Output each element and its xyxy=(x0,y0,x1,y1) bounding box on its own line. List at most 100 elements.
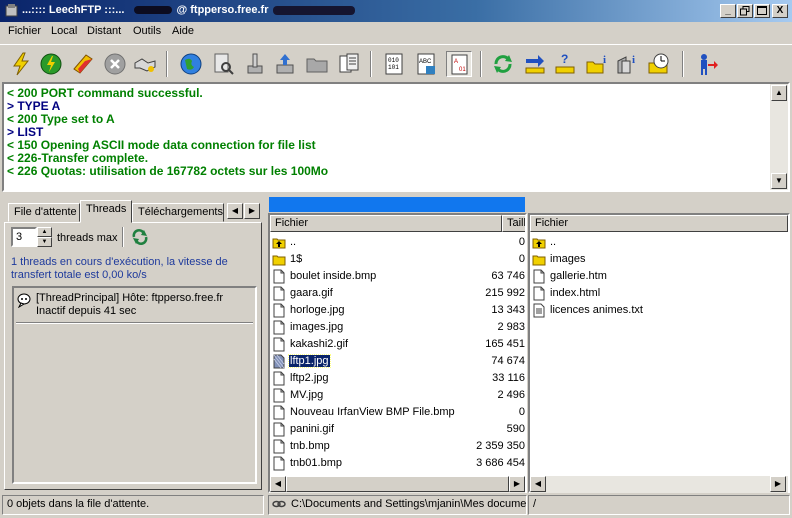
spin-down-button[interactable]: ▼ xyxy=(37,237,52,247)
menu-outils[interactable]: Outils xyxy=(133,25,161,37)
file-name: horloge.jpg xyxy=(290,304,345,316)
connect-button[interactable] xyxy=(8,51,34,77)
bookmark-button[interactable] xyxy=(70,51,96,77)
menu-local[interactable]: Local xyxy=(51,25,77,37)
folder-icon xyxy=(306,58,328,73)
file-search-button[interactable] xyxy=(210,51,236,77)
log-scrollbar[interactable]: ▲ ▼ xyxy=(770,84,788,190)
log-line: < 226-Transfer complete. xyxy=(7,151,149,165)
globe-button[interactable] xyxy=(178,51,204,77)
tab-scroll-left[interactable]: ◀ xyxy=(227,203,243,219)
scroll-thumb[interactable] xyxy=(286,476,509,492)
file-size: 590 xyxy=(506,423,525,435)
disconnect-button[interactable] xyxy=(102,51,128,77)
file-row[interactable]: tnb.bmp 2 359 350 xyxy=(270,438,525,455)
scroll-left-button[interactable]: ◀ xyxy=(270,476,286,492)
file-row[interactable]: 1$ 0 xyxy=(270,251,525,268)
scheduler-button[interactable] xyxy=(646,51,672,77)
menu-distant[interactable]: Distant xyxy=(87,25,121,37)
threads-info: 1 threads en cours d'exécution, la vites… xyxy=(11,256,228,281)
file-row[interactable]: gallerie.htm xyxy=(530,268,788,285)
menu-fichier[interactable]: Fichier xyxy=(8,25,41,37)
close-button[interactable]: X xyxy=(772,4,788,18)
scroll-up-button[interactable]: ▲ xyxy=(771,85,787,101)
file-icon xyxy=(272,371,286,386)
menu-aide[interactable]: Aide xyxy=(172,25,194,37)
thread-item[interactable]: [ThreadPrincipal] Hôte: ftpperso.free.fr… xyxy=(36,292,223,318)
auto-mode-icon: A01 xyxy=(451,54,468,75)
exit-button[interactable] xyxy=(694,51,720,77)
restore-button[interactable] xyxy=(737,4,753,18)
folder-info-button[interactable]: i xyxy=(584,51,610,77)
help-icon: ? xyxy=(555,52,575,74)
remote-file-list[interactable]: Fichier .. images gallerie.htm index.html li… xyxy=(528,213,790,493)
file-icon xyxy=(272,405,286,420)
file-row[interactable]: lftp2.jpg 33 116 xyxy=(270,370,525,387)
file-icon xyxy=(272,320,286,335)
file-row[interactable]: panini.gif 590 xyxy=(270,421,525,438)
scroll-down-button[interactable]: ▼ xyxy=(771,173,787,189)
help-button[interactable]: ? xyxy=(552,51,578,77)
threads-count-input[interactable]: 3 xyxy=(11,227,37,247)
hand-button[interactable] xyxy=(242,51,268,77)
scroll-right-button[interactable]: ▶ xyxy=(509,476,525,492)
file-info-button[interactable]: i xyxy=(614,51,640,77)
file-name: gaara.gif xyxy=(290,287,333,299)
threads-count-spinner[interactable]: ▲ ▼ xyxy=(37,227,52,247)
file-row[interactable]: images.jpg 2 983 xyxy=(270,319,525,336)
svg-text:101: 101 xyxy=(388,64,399,71)
ascii-mode-button[interactable]: ABC xyxy=(414,51,440,77)
file-row[interactable]: lftp1.jpg 74 674 xyxy=(270,353,525,370)
file-row[interactable]: index.html xyxy=(530,285,788,302)
status-queue: 0 objets dans la file d'attente. xyxy=(2,495,264,515)
ascii-mode-icon: ABC xyxy=(417,53,435,75)
new-folder-button[interactable] xyxy=(304,51,330,77)
local-file-list[interactable]: Fichier Taille .. 0 1$ 0 boulet inside.bmp 63… xyxy=(268,213,527,493)
file-name: panini.gif xyxy=(290,423,335,435)
local-col-name[interactable]: Fichier xyxy=(270,215,502,232)
file-row[interactable]: gaara.gif 215 992 xyxy=(270,285,525,302)
file-size: 165 451 xyxy=(485,338,525,350)
remote-col-name[interactable]: Fichier xyxy=(530,215,788,232)
refresh-button[interactable] xyxy=(490,51,516,77)
tab-queue[interactable]: File d'attente xyxy=(8,203,80,222)
local-col-size[interactable]: Taille xyxy=(502,215,525,232)
exit-icon xyxy=(701,54,718,75)
file-row[interactable]: MV.jpg 2 496 xyxy=(270,387,525,404)
file-icon xyxy=(272,422,286,437)
remote-hscrollbar[interactable]: ◀ ▶ xyxy=(530,476,788,493)
title-bar: ...:::: LeechFTP :::... @ ftpperso.free.f… xyxy=(0,0,792,22)
tab-scroll-right[interactable]: ▶ xyxy=(244,203,260,219)
toolbar-separator xyxy=(480,51,482,77)
file-row[interactable]: .. xyxy=(530,234,788,251)
file-icon xyxy=(272,439,286,454)
log-output[interactable]: < 200 PORT command successful. > TYPE A < … xyxy=(2,82,790,192)
upload-button[interactable] xyxy=(272,51,298,77)
apply-threads-button[interactable] xyxy=(130,228,150,246)
auto-mode-button[interactable]: A 01 xyxy=(446,51,472,77)
file-row[interactable]: horloge.jpg 13 343 xyxy=(270,302,525,319)
document-button[interactable] xyxy=(336,51,362,77)
handshake-button[interactable] xyxy=(132,51,158,77)
tab-downloads[interactable]: Téléchargements xyxy=(132,203,224,222)
file-row[interactable]: images xyxy=(530,251,788,268)
file-row[interactable]: tnb01.bmp 3 686 454 xyxy=(270,455,525,472)
scroll-left-button[interactable]: ◀ xyxy=(530,476,546,492)
scroll-right-button[interactable]: ▶ xyxy=(770,476,786,492)
thread-host: [ThreadPrincipal] Hôte: ftpperso.free.fr xyxy=(36,292,224,304)
binary-mode-button[interactable]: 010 101 xyxy=(382,51,408,77)
file-row[interactable]: kakashi2.gif 165 451 xyxy=(270,336,525,353)
file-row[interactable]: licences animes.txt xyxy=(530,302,788,319)
maximize-button[interactable] xyxy=(754,4,770,18)
quick-connect-button[interactable] xyxy=(38,51,64,77)
spin-up-button[interactable]: ▲ xyxy=(37,227,52,237)
tab-threads[interactable]: Threads xyxy=(80,200,132,223)
local-hscrollbar[interactable]: ◀ ▶ xyxy=(270,476,525,493)
minimize-button[interactable]: _ xyxy=(720,4,736,18)
file-row[interactable]: Nouveau IrfanView BMP File.bmp 0 xyxy=(270,404,525,421)
file-size: 63 746 xyxy=(491,270,525,282)
file-row[interactable]: .. 0 xyxy=(270,234,525,251)
transfer-button[interactable] xyxy=(522,51,548,77)
file-row[interactable]: boulet inside.bmp 63 746 xyxy=(270,268,525,285)
quick-connect-icon xyxy=(40,53,62,75)
